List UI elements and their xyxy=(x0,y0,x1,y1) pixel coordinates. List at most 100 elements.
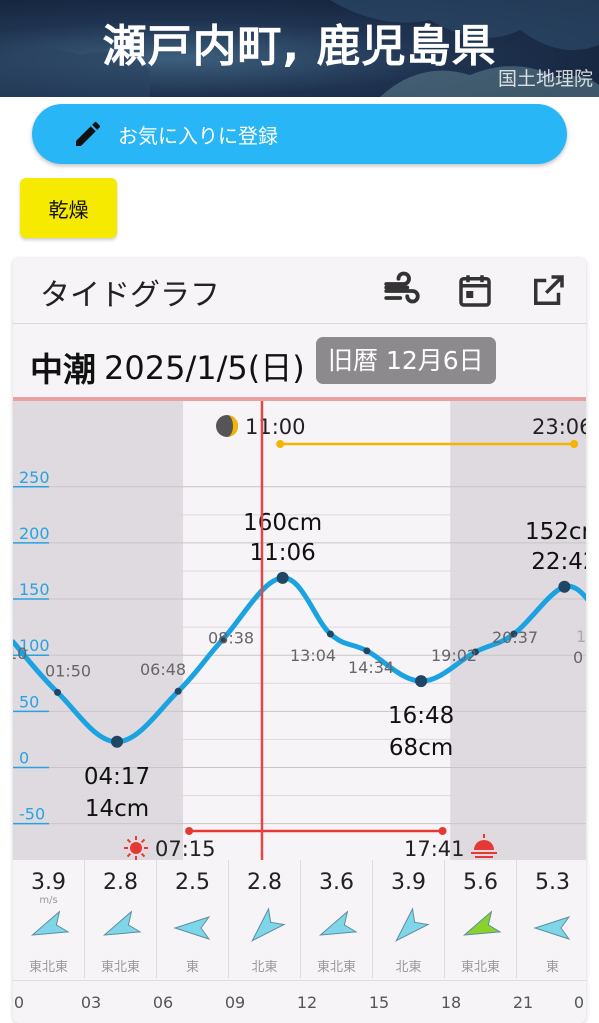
tide-name: 中潮 xyxy=(30,350,96,389)
wind-direction: 東北東 xyxy=(100,960,140,975)
wind-direction: 東 xyxy=(185,960,199,975)
wind-speed: 3.9 xyxy=(391,870,426,895)
wind-direction-icon xyxy=(30,910,70,936)
card-title: タイドグラフ xyxy=(40,278,220,313)
edge-label-right-sub: 0 xyxy=(573,648,583,667)
wind-cell: 5.6 東北東 xyxy=(445,860,517,978)
ytick-label: -50 xyxy=(19,805,45,824)
moonrise-time: 11:00 xyxy=(245,415,306,439)
pencil-icon xyxy=(76,121,101,146)
ytick-label: 250 xyxy=(19,468,50,487)
wind-direction: 東北東 xyxy=(460,960,500,975)
tide-time-label: 19:02 xyxy=(431,646,477,665)
hour-label: 03 xyxy=(80,993,102,1012)
tide-point xyxy=(363,647,371,655)
wind-speed: 5.3 xyxy=(535,870,570,895)
hour-label: 0 xyxy=(573,993,585,1012)
tide-point xyxy=(174,687,182,695)
edge-label-right: 114 xyxy=(576,627,586,646)
wind-direction-icon xyxy=(395,907,430,942)
wind-icon[interactable] xyxy=(381,270,423,312)
hour-axis: 0 03 06 09 12 15 18 21 0 xyxy=(13,980,586,1023)
wind-forecast-row: 3.9 m/s 東北東 2.8 東北東 2.5 東 2.8 北東 3.6 東北東… xyxy=(13,860,586,980)
high-tide-height: 152cm xyxy=(525,519,586,545)
tide-point xyxy=(326,630,334,638)
wind-direction-icon xyxy=(533,916,571,940)
wind-speed: 3.6 xyxy=(319,870,354,895)
tide-time-label: 06:48 xyxy=(140,660,186,679)
moonset-time: 23:06 xyxy=(532,415,586,439)
sunrise-time: 07:15 xyxy=(155,837,216,860)
low-tide-time: 16:48 xyxy=(388,703,454,729)
wind-direction-icon xyxy=(462,910,502,936)
hour-label: 21 xyxy=(512,993,534,1012)
wind-direction: 東北東 xyxy=(316,960,356,975)
wind-cell: 3.9 北東 xyxy=(373,860,445,978)
high-tide-time: 22:42 xyxy=(531,549,586,575)
low-tide-time: 04:17 xyxy=(84,764,150,790)
map-credit: 国土地理院 xyxy=(497,68,593,90)
tide-graph[interactable]: 250200150100500-5011:00 23:0601:50 06:4808… xyxy=(13,401,586,860)
sunset-dot xyxy=(438,827,447,835)
low-tide-height: 68cm xyxy=(389,735,453,761)
wind-speed: 2.8 xyxy=(103,870,138,895)
add-favorite-label: お気に入りに登録 xyxy=(118,123,278,148)
tide-time-label: 13:04 xyxy=(290,646,336,665)
tide-graph-card: タイドグラフ 中潮 2025/1/5(日) 旧暦 12月6日 250 200 150… xyxy=(13,258,586,1023)
wind-speed: 3.9 xyxy=(31,870,66,895)
date-row: 中潮 2025/1/5(日) 旧暦 12月6日 xyxy=(13,325,586,399)
ytick-label: 150 xyxy=(19,580,50,599)
wind-direction-icon xyxy=(102,910,142,936)
wind-cell: 5.3 東 xyxy=(517,860,586,978)
ytick-label: 200 xyxy=(19,524,50,543)
tide-point xyxy=(54,688,62,696)
wind-direction: 北東 xyxy=(395,960,422,975)
low-tide-point xyxy=(111,735,124,748)
location-banner: 瀬戸内町, 鹿児島県 国土地理院 xyxy=(0,0,599,97)
wind-direction-icon xyxy=(251,907,286,942)
wind-cell: 2.5 東 xyxy=(157,860,229,978)
tide-time-label: 01:50 xyxy=(45,661,91,680)
hour-label: 0 xyxy=(13,993,25,1012)
wind-speed: 5.6 xyxy=(463,870,498,895)
wind-direction: 北東 xyxy=(251,960,278,975)
sunset-time: 17:41 xyxy=(404,837,465,860)
sunrise-icon xyxy=(130,842,142,854)
ytick-label: 50 xyxy=(19,692,39,711)
open-external-icon[interactable] xyxy=(527,270,569,312)
hour-label: 12 xyxy=(296,993,318,1012)
weather-badge[interactable]: 乾燥 xyxy=(20,178,117,238)
high-tide-height: 160cm xyxy=(243,510,322,536)
lunar-date-badge: 旧暦 12月6日 xyxy=(316,337,496,384)
hour-label: 18 xyxy=(440,993,462,1012)
tide-time-label: 08:38 xyxy=(208,629,254,648)
tide-time-label: 20:37 xyxy=(492,628,538,647)
wind-direction: 東北東 xyxy=(28,960,68,975)
tide-time-label: 14:34 xyxy=(348,658,394,677)
moon-rise-dot xyxy=(276,440,285,448)
high-tide-point xyxy=(558,580,571,593)
card-header: タイドグラフ xyxy=(13,258,586,324)
wind-cell: 2.8 東北東 xyxy=(85,860,157,978)
hour-label: 15 xyxy=(368,993,390,1012)
add-favorite-button[interactable]: お気に入りに登録 xyxy=(32,104,567,164)
high-tide-point xyxy=(276,571,289,584)
wind-direction-icon xyxy=(318,910,358,936)
calendar-icon[interactable] xyxy=(454,270,496,312)
hour-label: 09 xyxy=(224,993,246,1012)
date-text[interactable]: 2025/1/5(日) xyxy=(104,343,305,389)
wind-cell: 2.8 北東 xyxy=(229,860,301,978)
wind-speed: 2.8 xyxy=(247,870,282,895)
wind-direction: 東 xyxy=(545,960,559,975)
wind-cell: 3.6 東北東 xyxy=(301,860,373,978)
sunrise-dot xyxy=(185,827,194,835)
ytick-label: 0 xyxy=(19,749,29,768)
high-tide-time: 11:06 xyxy=(249,540,315,566)
low-tide-height: 14cm xyxy=(85,796,149,822)
wind-speed: 2.5 xyxy=(175,870,210,895)
wind-direction-icon xyxy=(173,916,211,940)
edge-label-left: 10 xyxy=(13,644,27,663)
wind-cell: 3.9 m/s 東北東 xyxy=(13,860,85,978)
low-tide-point xyxy=(415,675,428,688)
hour-label: 06 xyxy=(152,993,174,1012)
